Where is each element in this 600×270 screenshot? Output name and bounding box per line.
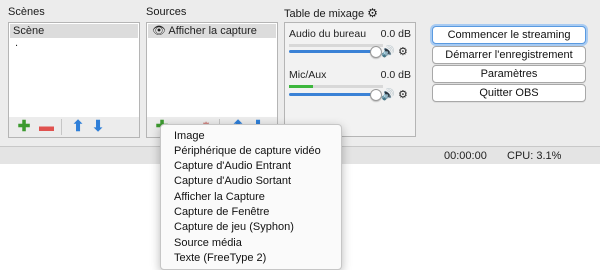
menu-item-window-capture[interactable]: Capture de Fenêtre (174, 205, 269, 220)
menu-item-display-capture[interactable]: Afficher la Capture (174, 190, 265, 205)
scenes-list[interactable]: Scène . (8, 22, 140, 118)
scene-item[interactable]: Scène (10, 24, 138, 38)
gear-icon[interactable]: ⚙ (398, 46, 408, 58)
mixer-channel-name: Audio du bureau (289, 28, 367, 40)
gear-icon[interactable]: ⚙ (398, 89, 408, 101)
mixer-panel: Audio du bureau 0.0 dB 🔊 ⚙ Mic/Aux 0.0 d… (284, 22, 416, 137)
speaker-icon[interactable]: 🔊 (381, 89, 395, 101)
sources-list[interactable]: 👁 Afficher la capture (146, 22, 278, 118)
mixer-title: Table de mixage ⚙ (284, 6, 378, 20)
audio-meter (289, 44, 383, 47)
toolbar-separator (61, 119, 62, 135)
start-streaming-button[interactable]: Commencer le streaming (432, 26, 586, 44)
gear-icon[interactable]: ⚙ (367, 6, 378, 20)
menu-item-image[interactable]: Image (174, 129, 205, 144)
move-scene-up-button[interactable]: ⬆ (71, 119, 85, 134)
source-item[interactable]: 👁 Afficher la capture (148, 24, 276, 38)
speaker-icon[interactable]: 🔊 (381, 46, 395, 58)
add-source-menu: Image Périphérique de capture vidéo Capt… (160, 124, 342, 270)
volume-slider[interactable] (289, 93, 375, 96)
mixer-title-label: Table de mixage (284, 8, 365, 20)
mixer-channel-db: 0.0 dB (380, 28, 411, 40)
menu-item-text-freetype2[interactable]: Texte (FreeType 2) (174, 251, 266, 266)
stream-time: 00:00:00 (444, 150, 487, 162)
scene-item[interactable]: . (15, 37, 18, 49)
menu-item-media-source[interactable]: Source média (174, 236, 242, 251)
audio-meter-fill (289, 85, 313, 88)
scenes-title: Scènes (8, 6, 45, 18)
move-scene-down-button[interactable]: ⬇ (91, 119, 105, 134)
eye-icon[interactable]: 👁 (152, 25, 166, 37)
quit-button[interactable]: Quitter OBS (432, 84, 586, 102)
menu-item-audio-input-capture[interactable]: Capture d'Audio Entrant (174, 159, 291, 174)
add-scene-button[interactable]: ✚ (17, 119, 31, 134)
menu-item-game-capture-syphon[interactable]: Capture de jeu (Syphon) (174, 220, 294, 235)
start-recording-button[interactable]: Démarrer l'enregistrement (432, 46, 586, 64)
sources-title: Sources (146, 6, 187, 18)
cpu-usage: CPU: 3.1% (507, 150, 562, 162)
menu-item-audio-output-capture[interactable]: Capture d'Audio Sortant (174, 174, 291, 189)
remove-scene-button[interactable]: ▬ (39, 119, 54, 134)
mixer-channel-name: Mic/Aux (289, 69, 327, 81)
volume-slider[interactable] (289, 50, 375, 53)
audio-meter (289, 85, 383, 88)
mixer-channel-db: 0.0 dB (380, 69, 411, 81)
scenes-toolbar: ✚ ▬ ⬆ ⬇ (8, 117, 140, 138)
source-item-label: Afficher la capture (168, 25, 257, 37)
settings-button[interactable]: Paramètres (432, 65, 586, 83)
menu-item-video-capture-device[interactable]: Périphérique de capture vidéo (174, 144, 321, 159)
